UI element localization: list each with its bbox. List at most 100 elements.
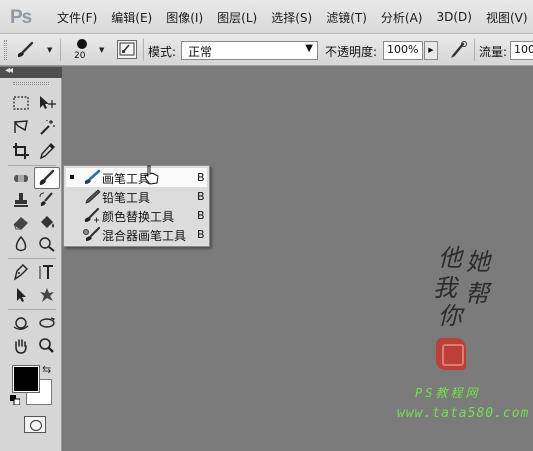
lasso-icon	[13, 120, 28, 133]
airbrush-toggle-button[interactable]	[448, 40, 470, 61]
history-brush-tool[interactable]	[34, 189, 60, 211]
flyout-item-color-replacement[interactable]: 颜色替换工具 B	[66, 206, 207, 225]
blur-icon	[15, 235, 27, 252]
flyout-item-label: 混合器画笔工具	[102, 229, 187, 243]
menu-view[interactable]: 视图(V)	[479, 9, 533, 26]
opacity-slider-arrow[interactable]: ▶	[424, 41, 438, 60]
watermark-calligraphy-char: 我	[433, 274, 457, 302]
selected-bullet	[70, 175, 74, 179]
quick-mask-button[interactable]	[24, 416, 46, 433]
tools-panel-header[interactable]: ◂◂	[0, 65, 62, 78]
eraser-tool[interactable]	[8, 211, 34, 233]
move-icon	[40, 96, 56, 109]
tool-separator	[8, 165, 56, 166]
separator	[60, 39, 61, 61]
menu-3d[interactable]: 3D(D)	[429, 10, 478, 24]
mode-value: 正常	[188, 45, 213, 59]
move-tool[interactable]	[34, 92, 60, 114]
brush-icon	[17, 41, 34, 57]
flyout-item-shortcut: B	[197, 171, 205, 184]
hand-icon	[15, 339, 27, 354]
pencil-icon	[85, 189, 101, 204]
swap-colors-icon[interactable]: ⇆	[42, 363, 51, 376]
mode-select[interactable]: 正常 ▼	[181, 41, 318, 60]
default-colors-icon[interactable]	[10, 395, 20, 405]
paint-bucket-tool[interactable]	[34, 211, 60, 233]
brush-picker-arrow[interactable]: ▼	[99, 46, 104, 54]
separator	[474, 39, 475, 61]
watermark-calligraphy-char: 你	[438, 302, 462, 330]
custom-shape-tool[interactable]	[34, 284, 60, 306]
crop-icon	[13, 143, 29, 159]
brush-size-value: 20	[74, 51, 86, 61]
opacity-field[interactable]: 100%	[383, 41, 423, 60]
menu-filter[interactable]: 滤镜(T)	[319, 9, 374, 26]
brush-panel-icon	[119, 42, 135, 56]
mouse-cursor-hand-icon	[144, 165, 159, 185]
flyout-item-shortcut: B	[197, 190, 205, 203]
airbrush-icon	[451, 41, 467, 58]
dodge-tool[interactable]	[34, 233, 60, 255]
zoom-tool[interactable]	[34, 335, 60, 357]
tool-separator	[8, 258, 56, 259]
watermark-calligraphy-char: 帮	[465, 280, 489, 308]
eraser-icon	[13, 217, 28, 230]
tools-panel-grip[interactable]	[13, 82, 49, 85]
flyout-item-pencil[interactable]: 铅笔工具 B	[66, 187, 207, 206]
eyedropper-icon	[39, 142, 55, 160]
menu-bar: Ps 文件(F) 编辑(E) 图像(I) 图层(L) 选择(S) 滤镜(T) 分…	[0, 0, 533, 34]
magic-wand-tool[interactable]	[34, 116, 60, 138]
photoshop-logo: Ps	[10, 7, 32, 28]
tool-preset-picker[interactable]	[14, 41, 40, 59]
flyout-item-label: 铅笔工具	[102, 191, 151, 205]
crop-tool[interactable]	[8, 140, 34, 162]
path-selection-icon	[17, 288, 26, 302]
menu-edit[interactable]: 编辑(E)	[104, 9, 159, 26]
mode-label: 模式:	[148, 45, 177, 59]
history-brush-icon	[39, 192, 53, 206]
mixer-brush-icon	[83, 226, 101, 241]
menu-layer[interactable]: 图层(L)	[210, 9, 264, 26]
flyout-item-brush[interactable]: 画笔工具 B	[66, 168, 207, 187]
pen-tool[interactable]	[8, 261, 34, 283]
path-selection-tool[interactable]	[8, 284, 34, 306]
3d-orbit-icon	[39, 317, 56, 328]
foreground-color-swatch[interactable]	[12, 365, 40, 393]
menu-items: 文件(F) 编辑(E) 图像(I) 图层(L) 选择(S) 滤镜(T) 分析(A…	[50, 0, 533, 34]
options-bar-grip[interactable]	[4, 40, 7, 60]
flow-field[interactable]: 100	[510, 41, 533, 60]
3d-rotate-tool[interactable]	[8, 312, 34, 334]
custom-shape-icon	[40, 288, 54, 302]
brush-tip-preview[interactable]	[77, 39, 87, 49]
flyout-item-shortcut: B	[197, 228, 205, 241]
pen-icon	[13, 264, 28, 281]
brush-icon	[39, 169, 55, 185]
watermark-red-seal	[436, 338, 466, 370]
healing-brush-tool[interactable]	[8, 167, 34, 189]
lasso-tool[interactable]	[8, 116, 34, 138]
options-bar: ▼ 20 ▼ 模式: 正常 ▼ 不透明度: 100% ▶ 流量: 100	[0, 34, 533, 66]
stamp-icon	[14, 193, 28, 207]
magic-wand-icon	[40, 120, 55, 135]
watermark-site-name: PS教程网	[415, 386, 481, 400]
menu-file[interactable]: 文件(F)	[50, 9, 104, 26]
preset-dropdown-arrow[interactable]: ▼	[47, 46, 52, 54]
watermark-calligraphy-char: 他	[438, 244, 462, 272]
marquee-tool[interactable]	[8, 92, 34, 114]
blur-tool[interactable]	[8, 233, 34, 255]
brush-tool-flyout: 画笔工具 B 铅笔工具 B 颜色替换工具 B 混合器画笔工具 B	[63, 165, 210, 247]
clone-stamp-tool[interactable]	[8, 189, 34, 211]
flyout-item-label: 颜色替换工具	[102, 210, 175, 224]
flyout-item-mixer-brush[interactable]: 混合器画笔工具 B	[66, 225, 207, 244]
tool-separator	[8, 309, 56, 310]
type-tool[interactable]	[34, 261, 60, 283]
hand-tool[interactable]	[8, 335, 34, 357]
collapse-chevron-icon[interactable]: ◂◂	[5, 65, 13, 76]
brush-panel-toggle-button[interactable]	[117, 40, 137, 59]
3d-orbit-tool[interactable]	[34, 312, 60, 334]
brush-tool[interactable]	[34, 167, 60, 189]
menu-select[interactable]: 选择(S)	[264, 9, 319, 26]
menu-image[interactable]: 图像(I)	[159, 9, 210, 26]
menu-analysis[interactable]: 分析(A)	[374, 9, 430, 26]
eyedropper-tool[interactable]	[34, 140, 60, 162]
